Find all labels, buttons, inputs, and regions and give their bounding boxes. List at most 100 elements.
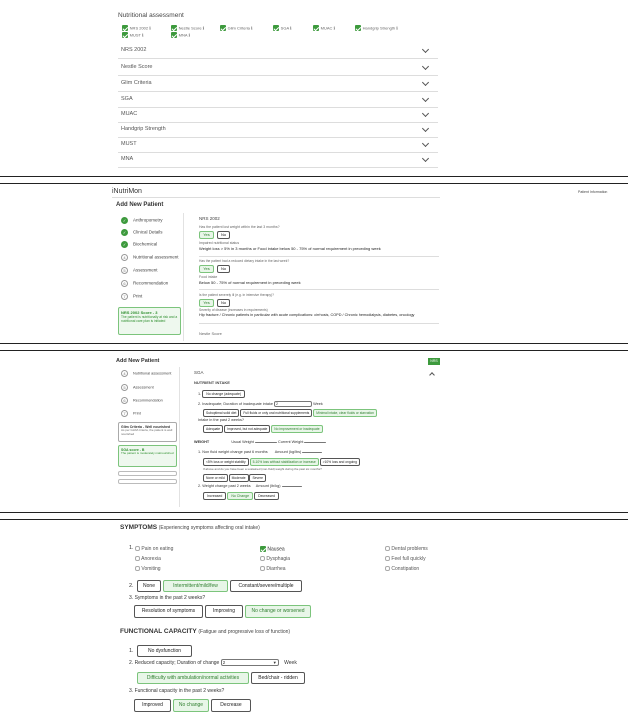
symptoms-past-label: 3. Symptoms in the past 2 weeks? <box>129 595 206 601</box>
checkbox-mna[interactable]: MNA ℹ <box>171 32 190 39</box>
symptoms-improving-button[interactable]: Improving <box>205 605 243 618</box>
symptom-constipation[interactable]: Constipation <box>385 566 419 572</box>
symptom-dental[interactable]: Dental problems <box>385 546 428 552</box>
q2-yes-button[interactable]: Yes <box>199 265 214 273</box>
inadequate-duration-select[interactable]: 2 <box>274 401 313 407</box>
q3-divider <box>199 323 439 324</box>
q3-no-button[interactable]: No <box>217 299 230 307</box>
step-nutritional-assessment[interactable]: 4 Nutritional assessment <box>121 254 179 261</box>
severity-intermittent-button[interactable]: Intermittent/mild/few <box>163 580 228 592</box>
functional-number-1: 1. <box>129 648 134 654</box>
accordion-handgrip[interactable]: Handgrip Strength <box>118 123 438 138</box>
step-clinical-details[interactable]: ✓ Clinical Details <box>121 229 163 236</box>
q1-answer: Weight loss > 5% in 3 months or Food int… <box>199 246 381 251</box>
checkbox-icon <box>135 556 140 562</box>
chevron-up-icon[interactable] <box>429 372 435 378</box>
step-anthropometry[interactable]: ✓ Anthropometry <box>121 217 163 224</box>
step-recommendation[interactable]: 6 Recommendation <box>121 280 168 287</box>
separator <box>0 343 628 344</box>
symptom-dysphagia[interactable]: Dysphagia <box>260 556 290 562</box>
chevron-down-icon <box>421 154 430 163</box>
separator <box>0 512 628 513</box>
symptoms-resolution-button[interactable]: Resolution of symptoms <box>134 605 203 618</box>
full-fluids-button[interactable]: Full fluids or only oral nutritional sup… <box>240 409 313 417</box>
weight-10-plus-button[interactable]: >10% loss and ongoing <box>319 458 360 466</box>
symptom-vomiting[interactable]: Vomiting <box>135 566 161 572</box>
sga-section-title: SGA <box>194 370 204 375</box>
current-weight-input[interactable] <box>304 441 327 443</box>
accordion-must[interactable]: MUST <box>118 138 438 153</box>
symptom-nausea[interactable]: Nausea <box>260 546 285 552</box>
checkbox-nestle[interactable]: Nestle Score ℹ <box>171 25 204 32</box>
intake-no-improvement-button[interactable]: No improvement or inadequate <box>271 425 323 433</box>
q1-no-button[interactable]: No <box>217 231 230 239</box>
bed-chair-ridden-button[interactable]: Bed/chair - ridden <box>251 672 305 684</box>
symptoms-no-change-button[interactable]: No change or worsened <box>245 605 311 618</box>
q2-sub-label: Food intake <box>199 275 218 279</box>
step-assessment[interactable]: 5 Assessment <box>121 267 158 274</box>
sga-row-1: 1. No change (adequate) <box>198 390 246 398</box>
step-print[interactable]: 7 Print <box>121 293 142 300</box>
check-icon: ✓ <box>121 241 128 248</box>
difficulty-ambulation-button[interactable]: Difficulty with ambulation/normal activi… <box>137 672 249 684</box>
suboptimal-solid-button[interactable]: Suboptimal solid diet <box>203 409 240 417</box>
q3-yes-button[interactable]: Yes <box>199 299 214 307</box>
functional-decrease-button[interactable]: Decrease <box>211 699 251 712</box>
symptom-anorexia[interactable]: Anorexia <box>135 556 161 562</box>
accordion-sga[interactable]: SGA <box>118 93 438 108</box>
intake-improved-button[interactable]: Improved, but not adequate <box>224 425 271 433</box>
weight-amount-input[interactable] <box>302 451 323 453</box>
nrs-score-description: The patient is nutritionally at risk and… <box>121 315 178 323</box>
accordion-glim-criteria[interactable]: Glim Criteria <box>118 77 438 92</box>
symptoms-header: SYMPTOMS (Experiencing symptoms affectin… <box>120 524 260 531</box>
step-number-icon: 4 <box>121 254 128 261</box>
no-dysfunction-button[interactable]: No dysfunction <box>137 645 192 657</box>
symptom-feel-full[interactable]: Feel full quickly <box>385 556 426 562</box>
sga-green-tab[interactable]: NRS <box>428 358 440 365</box>
weight-no-change-button[interactable]: No Change <box>227 492 254 500</box>
loss-moderate-button[interactable]: Moderate <box>228 474 249 482</box>
checkbox-must[interactable]: MUST ℹ <box>122 32 144 39</box>
severity-constant-button[interactable]: Constant/severe/multiple <box>230 580 302 592</box>
accordion-nrs-2002[interactable]: NRS 2002 <box>118 44 438 59</box>
accordion-mna[interactable]: MNA <box>118 153 438 168</box>
functional-no-change-button[interactable]: No change <box>173 699 209 712</box>
sga-step-print[interactable]: 7 Print <box>121 410 141 417</box>
checkbox-muac[interactable]: MUAC ℹ <box>313 25 335 32</box>
checkbox-handgrip[interactable]: Handgrip Strength ℹ <box>355 25 398 32</box>
checkbox-sga[interactable]: SGA ℹ <box>273 25 292 32</box>
no-change-adequate-button[interactable]: No change (adequate) <box>202 390 246 398</box>
loss-severe-button[interactable]: Severe <box>249 474 266 482</box>
weight-5-10-button[interactable]: 5-10% loss without stabilization or incr… <box>249 458 319 466</box>
weight-increased-button[interactable]: Increased <box>203 492 227 500</box>
usual-weight-input[interactable] <box>254 441 277 443</box>
severity-none-button[interactable]: None <box>137 580 161 592</box>
sga-step-assessment[interactable]: 5 Assessment <box>121 384 154 391</box>
checkbox-checked-icon <box>122 25 128 31</box>
accordion-nestle-score[interactable]: Nestle Score <box>118 61 438 76</box>
dropdown-arrow-icon: ▼ <box>272 660 277 665</box>
q1-yes-button[interactable]: Yes <box>199 231 214 239</box>
symptom-diarrhea[interactable]: Diarrhea <box>260 566 286 572</box>
q2-no-button[interactable]: No <box>217 265 230 273</box>
intake-adequate-button[interactable]: Adequate <box>203 425 224 433</box>
sga-step-recommendation[interactable]: 6 Recommendation <box>121 397 163 404</box>
functional-improved-button[interactable]: Improved <box>134 699 171 712</box>
sga-step-nutritional[interactable]: 4 Nutritional assessment <box>121 370 171 377</box>
separator <box>0 519 628 520</box>
nrs-question-1: Has the patient lost weight within the l… <box>199 225 280 229</box>
check-icon: ✓ <box>121 229 128 236</box>
checkbox-nrs[interactable]: NRS 2002 ℹ <box>122 25 151 32</box>
step-biochemical[interactable]: ✓ Biochemical <box>121 241 157 248</box>
accordion-muac[interactable]: MUAC <box>118 108 438 123</box>
symptoms-title: SYMPTOMS <box>120 524 158 531</box>
minimal-intake-button[interactable]: Minimal intake, clear fluids or starvati… <box>313 409 377 417</box>
weight-decreased-button[interactable]: Decreased <box>254 492 279 500</box>
checkbox-glim[interactable]: Glim Criteria ℹ <box>220 25 253 32</box>
symptom-pain-eating[interactable]: Pain on eating <box>135 546 173 552</box>
loss-mild-button[interactable]: None or mild <box>203 474 228 482</box>
q3-sub-label: Severity of disease (increases in requir… <box>199 308 268 312</box>
reduced-duration-select[interactable]: 2 ▼ <box>220 659 279 666</box>
weight-change-input[interactable] <box>281 485 302 487</box>
weight-stable-button[interactable]: <5% loss or weight stability <box>203 458 249 466</box>
